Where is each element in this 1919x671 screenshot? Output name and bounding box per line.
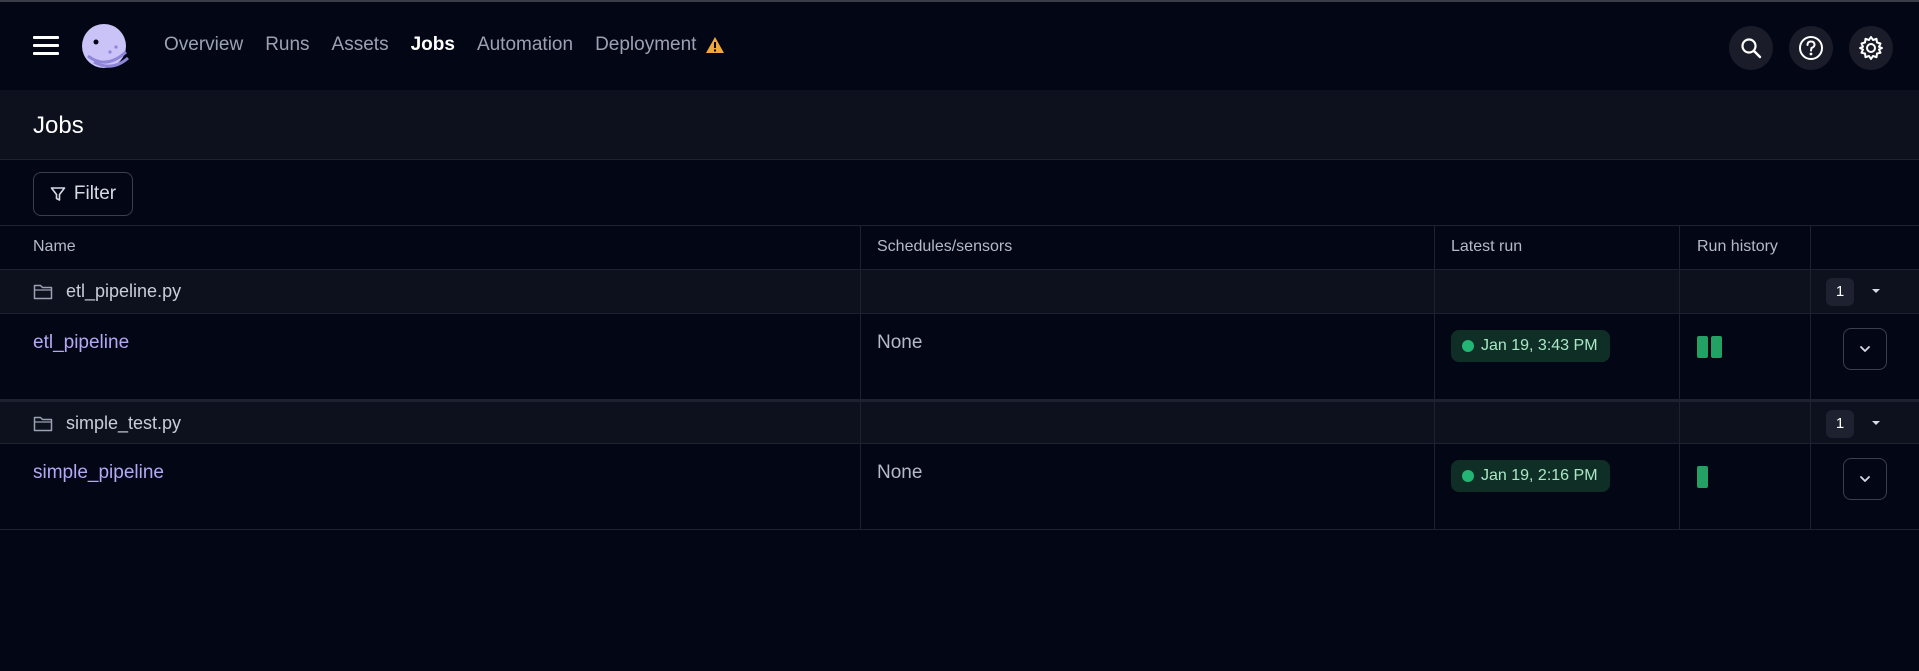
nav-jobs-label: Jobs	[410, 34, 455, 55]
table-row: etl_pipeline None Jan 19, 3:43 PM	[0, 314, 1919, 400]
nav-jobs[interactable]: Jobs	[411, 34, 455, 56]
filter-label: Filter	[73, 183, 117, 204]
nav-automation-label: Automation	[476, 34, 574, 55]
latest-run-time: Jan 19, 3:43 PM	[1481, 337, 1598, 354]
latest-run-tag[interactable]: Jan 19, 2:16 PM	[1451, 460, 1610, 492]
folder-icon	[33, 284, 53, 300]
menu-icon[interactable]	[33, 36, 59, 56]
nav-overview[interactable]: Overview	[164, 34, 243, 56]
column-header-name: Name	[33, 238, 76, 255]
table-row: simple_pipeline None Jan 19, 2:16 PM	[0, 444, 1919, 530]
dagster-logo[interactable]	[80, 22, 132, 74]
main-nav: Overview Runs Assets Jobs Automation Dep…	[164, 34, 747, 56]
settings-button[interactable]	[1849, 26, 1893, 70]
group-name: etl_pipeline.py	[66, 281, 182, 301]
column-header-schedules: Schedules/sensors	[877, 238, 1013, 255]
run-history-bar[interactable]	[1711, 336, 1722, 358]
table-header: Name Schedules/sensors Latest run Run hi…	[0, 226, 1919, 270]
top-nav-bar: Overview Runs Assets Jobs Automation Dep…	[0, 0, 1919, 90]
filter-button[interactable]: Filter	[33, 172, 133, 216]
nav-assets-label: Assets	[331, 34, 389, 55]
column-header-run-history: Run history	[1697, 238, 1778, 255]
job-link[interactable]: etl_pipeline	[33, 332, 129, 354]
latest-run-tag[interactable]: Jan 19, 3:43 PM	[1451, 330, 1610, 362]
nav-runs-label: Runs	[265, 34, 310, 55]
nav-overview-label: Overview	[164, 34, 244, 55]
nav-deployment-label: Deployment	[595, 34, 697, 55]
filter-icon	[50, 187, 66, 201]
column-divider	[1810, 226, 1811, 530]
column-divider	[1434, 226, 1435, 530]
warning-icon	[706, 37, 725, 53]
run-history-bar[interactable]	[1697, 336, 1708, 358]
nav-runs[interactable]: Runs	[265, 34, 309, 56]
filter-bar: Filter	[0, 160, 1919, 226]
nav-deployment[interactable]: Deployment	[595, 34, 725, 56]
column-divider	[1679, 226, 1680, 530]
caret-down-icon[interactable]	[1870, 419, 1882, 427]
column-header-latest-run: Latest run	[1451, 238, 1523, 255]
job-count-badge: 1	[1826, 278, 1854, 306]
success-status-dot	[1462, 470, 1474, 482]
nav-assets[interactable]: Assets	[332, 34, 389, 56]
group-row[interactable]: etl_pipeline.py 1	[0, 270, 1919, 314]
page-header: Jobs	[0, 90, 1919, 160]
job-schedules: None	[877, 462, 923, 483]
job-menu-button[interactable]	[1843, 458, 1887, 500]
group-name: simple_test.py	[66, 413, 182, 433]
help-icon	[1799, 36, 1823, 60]
gear-icon	[1859, 36, 1883, 60]
search-icon	[1741, 38, 1762, 59]
job-count-badge: 1	[1826, 410, 1854, 438]
job-schedules: None	[877, 332, 923, 353]
page-title: Jobs	[33, 112, 84, 139]
group-row[interactable]: simple_test.py 1	[0, 400, 1919, 444]
search-button[interactable]	[1729, 26, 1773, 70]
caret-down-icon[interactable]	[1870, 287, 1882, 295]
latest-run-time: Jan 19, 2:16 PM	[1481, 467, 1598, 484]
nav-automation[interactable]: Automation	[477, 34, 573, 56]
column-divider	[860, 226, 861, 530]
job-link[interactable]: simple_pipeline	[33, 462, 164, 484]
success-status-dot	[1462, 340, 1474, 352]
help-button[interactable]	[1789, 26, 1833, 70]
job-menu-button[interactable]	[1843, 328, 1887, 370]
chevron-down-icon	[1860, 346, 1870, 352]
chevron-down-icon	[1860, 476, 1870, 482]
run-history-bar[interactable]	[1697, 466, 1708, 488]
folder-icon	[33, 416, 53, 432]
